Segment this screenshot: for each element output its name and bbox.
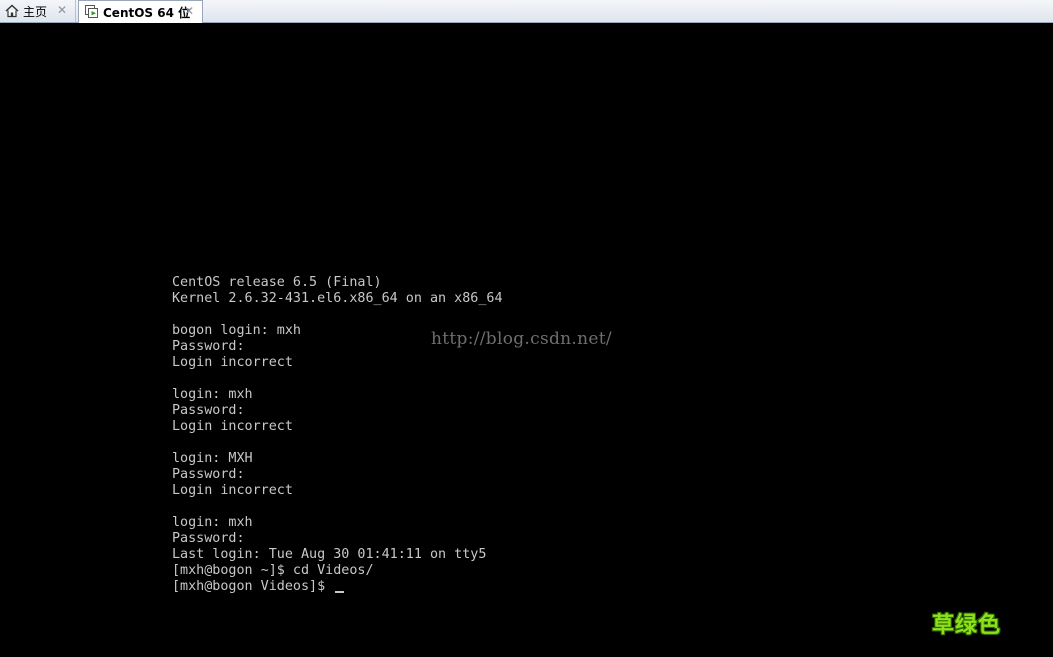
vm-window: 主页 ✕ CentOS 64 位 ✕ CentOS release 6.5 (F…	[0, 0, 1053, 657]
terminal-line: [mxh@bogon ~]$ cd Videos/	[172, 563, 374, 578]
terminal-line: [mxh@bogon Videos]$	[172, 579, 503, 595]
tab-vm-label: CentOS 64 位	[103, 5, 191, 20]
terminal-line: CentOS release 6.5 (Final)	[172, 275, 382, 290]
terminal-line: Login incorrect	[172, 355, 293, 370]
terminal-line: login: mxh	[172, 515, 253, 530]
close-icon[interactable]: ✕	[55, 3, 69, 17]
home-icon	[4, 3, 20, 19]
tab-centos-vm[interactable]: CentOS 64 位 ✕	[78, 0, 203, 23]
close-icon[interactable]: ✕	[182, 4, 196, 18]
terminal-line: Login incorrect	[172, 483, 293, 498]
terminal-line: login: mxh	[172, 387, 253, 402]
tab-home-label: 主页	[23, 4, 48, 19]
vm-icon	[84, 4, 100, 20]
terminal-line: login: MXH	[172, 451, 253, 466]
terminal-line: Password:	[172, 467, 245, 482]
tab-bar: 主页 ✕ CentOS 64 位 ✕	[0, 0, 1053, 23]
terminal-line: Login incorrect	[172, 419, 293, 434]
terminal-line: Last login: Tue Aug 30 01:41:11 on tty5	[172, 547, 487, 562]
terminal-line: Password:	[172, 403, 245, 418]
tab-home[interactable]: 主页 ✕	[0, 0, 76, 22]
vm-console[interactable]: CentOS release 6.5 (Final) Kernel 2.6.32-…	[0, 23, 1053, 657]
watermark-url: http://blog.csdn.net/	[431, 329, 612, 349]
terminal-output: CentOS release 6.5 (Final) Kernel 2.6.32-…	[172, 275, 503, 595]
terminal-line: Password:	[172, 531, 245, 546]
terminal-cursor	[335, 591, 345, 593]
terminal-line: Kernel 2.6.32-431.el6.x86_64 on an x86_6…	[172, 291, 503, 306]
watermark-brand: 草绿色	[932, 613, 1002, 638]
